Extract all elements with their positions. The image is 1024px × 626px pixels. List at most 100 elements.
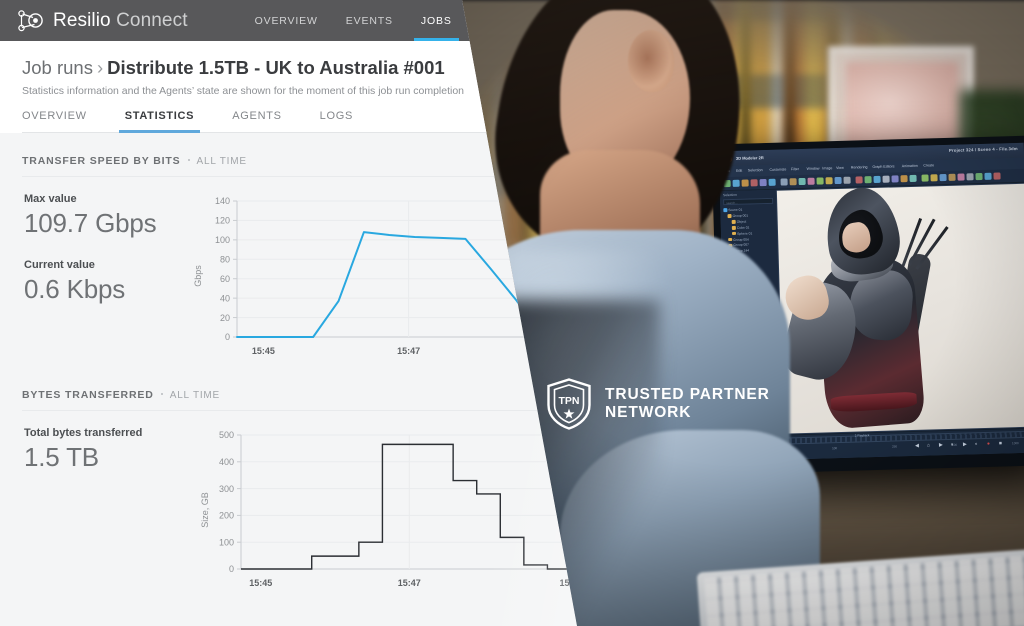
monitor-toolbar-icon (930, 174, 938, 182)
monitor-toolbar-icon (873, 175, 881, 184)
breadcrumb-separator: › (96, 57, 104, 78)
monitor-menu-item: Graph Editors (872, 164, 895, 170)
monitor-tree-label: Group 007 (733, 242, 750, 248)
brand-logo-group[interactable]: Resilio Connect (0, 9, 188, 33)
tab-label: OVERVIEW (22, 110, 87, 122)
monitor-toolbar-icon (759, 178, 767, 187)
chart-svg-bytes-transferred: 010020030040050015:45 15:47 15: (219, 430, 573, 588)
monitor-toolbar-icon (939, 173, 947, 182)
monitor-timeline-tick: 250 (891, 444, 898, 449)
monitor-viewport (776, 182, 1024, 434)
tab-agents[interactable]: AGENTS (232, 110, 281, 132)
monitor-toolbar-icon (975, 172, 983, 181)
chart-y-tick-label: 20 (220, 313, 230, 323)
page-title: Distribute 1.5TB - UK to Australia #001 (107, 57, 445, 78)
monitor-tree-bullet-icon (727, 214, 732, 218)
monitor-transport-button: ◀ (914, 442, 919, 449)
monitor-transport-button: ⏸ (950, 441, 954, 448)
monitor-tree-item: Cube 01 (731, 225, 750, 230)
stats-column: Max value 109.7 Gbps Current value 0.6 K… (22, 193, 197, 363)
monitor-toolbar-icon (948, 173, 956, 181)
stat-label-current: Current value (24, 259, 95, 271)
chart-y-tick-label: 100 (215, 235, 230, 245)
monitor-transport-button: ▶ (962, 441, 967, 448)
photo-person-ear (628, 30, 674, 92)
nav-item-label: EVENTS (345, 14, 393, 27)
monitor-menu-item: Edit (736, 168, 743, 173)
section-title: TRANSFER SPEED BY BITS (22, 155, 181, 167)
monitor-tree-item: Scene 01 (723, 208, 742, 213)
monitor-menu-item: Animation (901, 163, 918, 169)
nav-item-jobs[interactable]: JOBS (407, 0, 466, 41)
tab-label: AGENTS (232, 110, 282, 122)
tab-overview[interactable]: OVERVIEW (22, 110, 87, 132)
breadcrumb-parent-link[interactable]: Job runs (22, 57, 93, 78)
monitor-menu-item: Customize (769, 167, 787, 172)
chart-x-tick-label: 15:45 (249, 578, 272, 588)
chart-y-tick-label: 60 (220, 274, 230, 284)
monitor-tree-item: Object (731, 219, 747, 224)
monitor-tree-bullet-icon (723, 208, 727, 213)
monitor-transport-button: ⌂ (926, 442, 931, 449)
monitor-tree-bullet-icon (731, 220, 736, 224)
monitor-toolbar-icon (966, 173, 974, 181)
monitor-menu-item: Rendering (850, 165, 868, 170)
monitor-panel-header: Selection (722, 192, 737, 198)
monitor-menu-item: Create (923, 163, 935, 168)
monitor-toolbar-icon (891, 175, 899, 183)
monitor-toolbar-icon (768, 178, 776, 186)
monitor-tree-label: Group 004 (733, 237, 749, 242)
monitor-toolbar-icon (909, 174, 917, 182)
monitor-menu-item: Selection (747, 168, 763, 173)
tpn-line-2: NETWORK (605, 404, 692, 421)
monitor-toolbar-icon (780, 178, 788, 186)
monitor-tree-label: Sphere 01 (736, 231, 753, 236)
monitor-tree-label: Group 001 (732, 213, 749, 218)
chart-y-axis-label: Size, GB (199, 492, 210, 528)
nav-item-events[interactable]: EVENTS (332, 0, 407, 41)
chart-x-tick-label: 15:47 (397, 346, 420, 356)
shield-badge-icon: TPN (547, 378, 591, 430)
chart-y-tick-label: 0 (225, 332, 230, 342)
monitor-timeline-tick: 100 (832, 446, 838, 451)
nav-item-overview[interactable]: OVERVIEW (241, 0, 332, 41)
brand-wordmark: Resilio Connect (53, 10, 188, 32)
tpn-wordmark: TRUSTED PARTNER NETWORK (605, 386, 770, 422)
resilio-nodes-icon (18, 9, 43, 31)
monitor-timeline-tick: 1000 (1011, 441, 1019, 446)
screenshot-stage: 3D Modeler 2R Project 324 / Scene 4 - Fi… (0, 0, 1024, 626)
brand-name-secondary: Connect (116, 9, 188, 31)
monitor-toolbar-icon (984, 172, 992, 180)
monitor-transport-button: ▶ (938, 442, 943, 449)
stats-column: Total bytes transferred 1.5 TB (22, 427, 197, 592)
monitor-toolbar-icon (921, 174, 929, 182)
stat-label-max: Max value (24, 193, 77, 205)
monitor-app-name: 3D Modeler 2R (735, 155, 764, 161)
chart-y-tick-label: 0 (229, 564, 234, 574)
brand-name-primary: Resilio (53, 9, 111, 31)
section-title: BYTES TRANSFERRED (22, 389, 154, 401)
tpn-line-1: TRUSTED PARTNER (605, 386, 770, 403)
chart-y-tick-label: 140 (215, 196, 230, 206)
monitor-toolbar-icon (855, 176, 863, 184)
monitor-3d-character (777, 182, 949, 430)
chart-y-tick-label: 100 (219, 537, 234, 547)
chart-x-tick-label: 15:47 (398, 578, 421, 588)
section-separator-dot (187, 159, 190, 161)
chart-y-tick-label: 300 (219, 484, 234, 494)
tab-statistics[interactable]: STATISTICS (118, 110, 200, 133)
monitor-toolbar-icon (957, 173, 965, 181)
tab-logs[interactable]: LOGS (320, 110, 353, 132)
monitor-menu-item: Filter (790, 167, 800, 172)
section-time-range[interactable]: ALL TIME (197, 156, 247, 167)
monitor-tree-label: Object (736, 219, 747, 224)
monitor-tree-label: Cube 01 (736, 225, 750, 230)
monitor-toolbar-icon (732, 179, 740, 187)
section-time-range[interactable]: ALL TIME (170, 390, 220, 401)
monitor-tree-item: Group 001 (727, 213, 748, 218)
monitor-toolbar-icon (882, 175, 890, 183)
monitor-tree-bullet-icon (731, 231, 736, 236)
monitor-transport-button: ■ (998, 440, 1003, 447)
chart-y-tick-label: 120 (215, 216, 230, 226)
chart-y-tick-label: 40 (220, 293, 230, 303)
